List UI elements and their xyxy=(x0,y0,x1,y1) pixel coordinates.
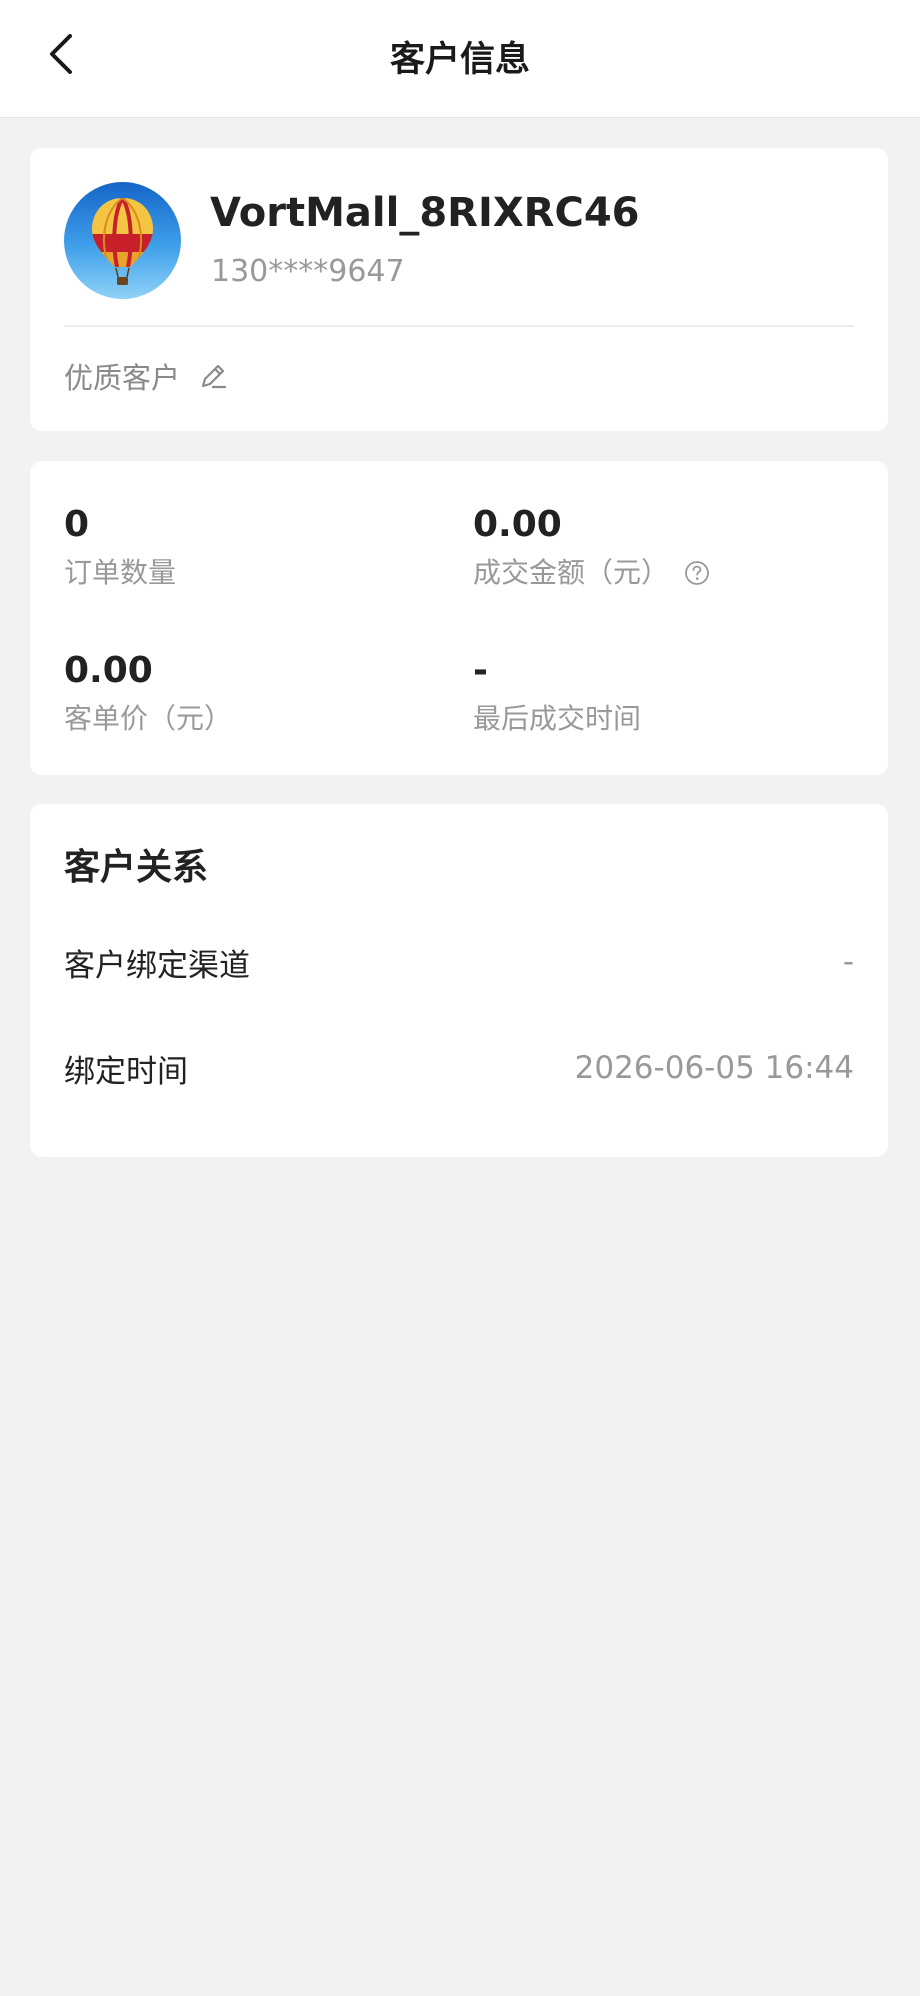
customer-name: VortMall_8RIXRC46 xyxy=(210,190,640,236)
stat-avg-price-label-text: 客单价（元） xyxy=(64,702,233,735)
bind-channel-row: 客户绑定渠道 - xyxy=(64,937,854,987)
stat-avg-price-value: 0.00 xyxy=(64,650,153,691)
profile-card: VortMall_8RIXRC46 130****9647 优质客户 xyxy=(30,148,888,431)
bind-channel-label: 客户绑定渠道 xyxy=(64,947,250,984)
amount-help-button[interactable] xyxy=(683,559,711,587)
section-title: 客户关系 xyxy=(64,847,209,888)
page-title: 客户信息 xyxy=(389,39,530,80)
stat-orders-label: 订单数量 xyxy=(64,555,444,591)
bind-time-row: 绑定时间 2026-06-05 16:44 xyxy=(64,1043,854,1093)
stat-orders-label-text: 订单数量 xyxy=(64,556,177,589)
stat-avg-price-label: 客单价（元） xyxy=(64,701,444,737)
stat-amount-label: 成交金额（元） xyxy=(473,555,853,591)
customer-tag-row: 优质客户 xyxy=(64,354,228,398)
stat-last-deal: - 最后成交时间 xyxy=(473,649,853,737)
stat-orders-value: 0 xyxy=(64,504,90,545)
question-circle-icon xyxy=(685,561,709,585)
stat-amount-label-text: 成交金额（元） xyxy=(473,556,670,589)
bind-time-value: 2026-06-05 16:44 xyxy=(574,1050,854,1086)
stat-avg-price: 0.00 客单价（元） xyxy=(64,649,444,737)
customer-tag: 优质客户 xyxy=(64,361,181,395)
stat-orders: 0 订单数量 xyxy=(64,503,444,591)
bind-channel-value: - xyxy=(842,944,854,980)
stat-last-deal-label: 最后成交时间 xyxy=(473,701,853,737)
divider xyxy=(64,325,854,327)
stat-amount: 0.00 成交金额（元） xyxy=(473,503,853,591)
relationship-card: 客户关系 客户绑定渠道 - 绑定时间 2026-06-05 16:44 xyxy=(30,804,888,1157)
stat-last-deal-value: - xyxy=(473,650,488,691)
pencil-icon xyxy=(201,364,227,389)
edit-tag-button[interactable] xyxy=(198,361,228,391)
bind-time-label: 绑定时间 xyxy=(64,1053,188,1090)
stats-card: 0 订单数量 0.00 成交金额（元） 0.00 客单价（元） - 最后成交时间 xyxy=(30,461,888,775)
stat-last-deal-label-text: 最后成交时间 xyxy=(473,702,642,735)
stat-amount-value: 0.00 xyxy=(473,504,562,545)
hot-air-balloon-avatar xyxy=(64,182,181,299)
header-bar: 客户信息 xyxy=(0,0,920,118)
customer-phone: 130****9647 xyxy=(211,254,405,289)
avatar[interactable] xyxy=(64,182,181,299)
